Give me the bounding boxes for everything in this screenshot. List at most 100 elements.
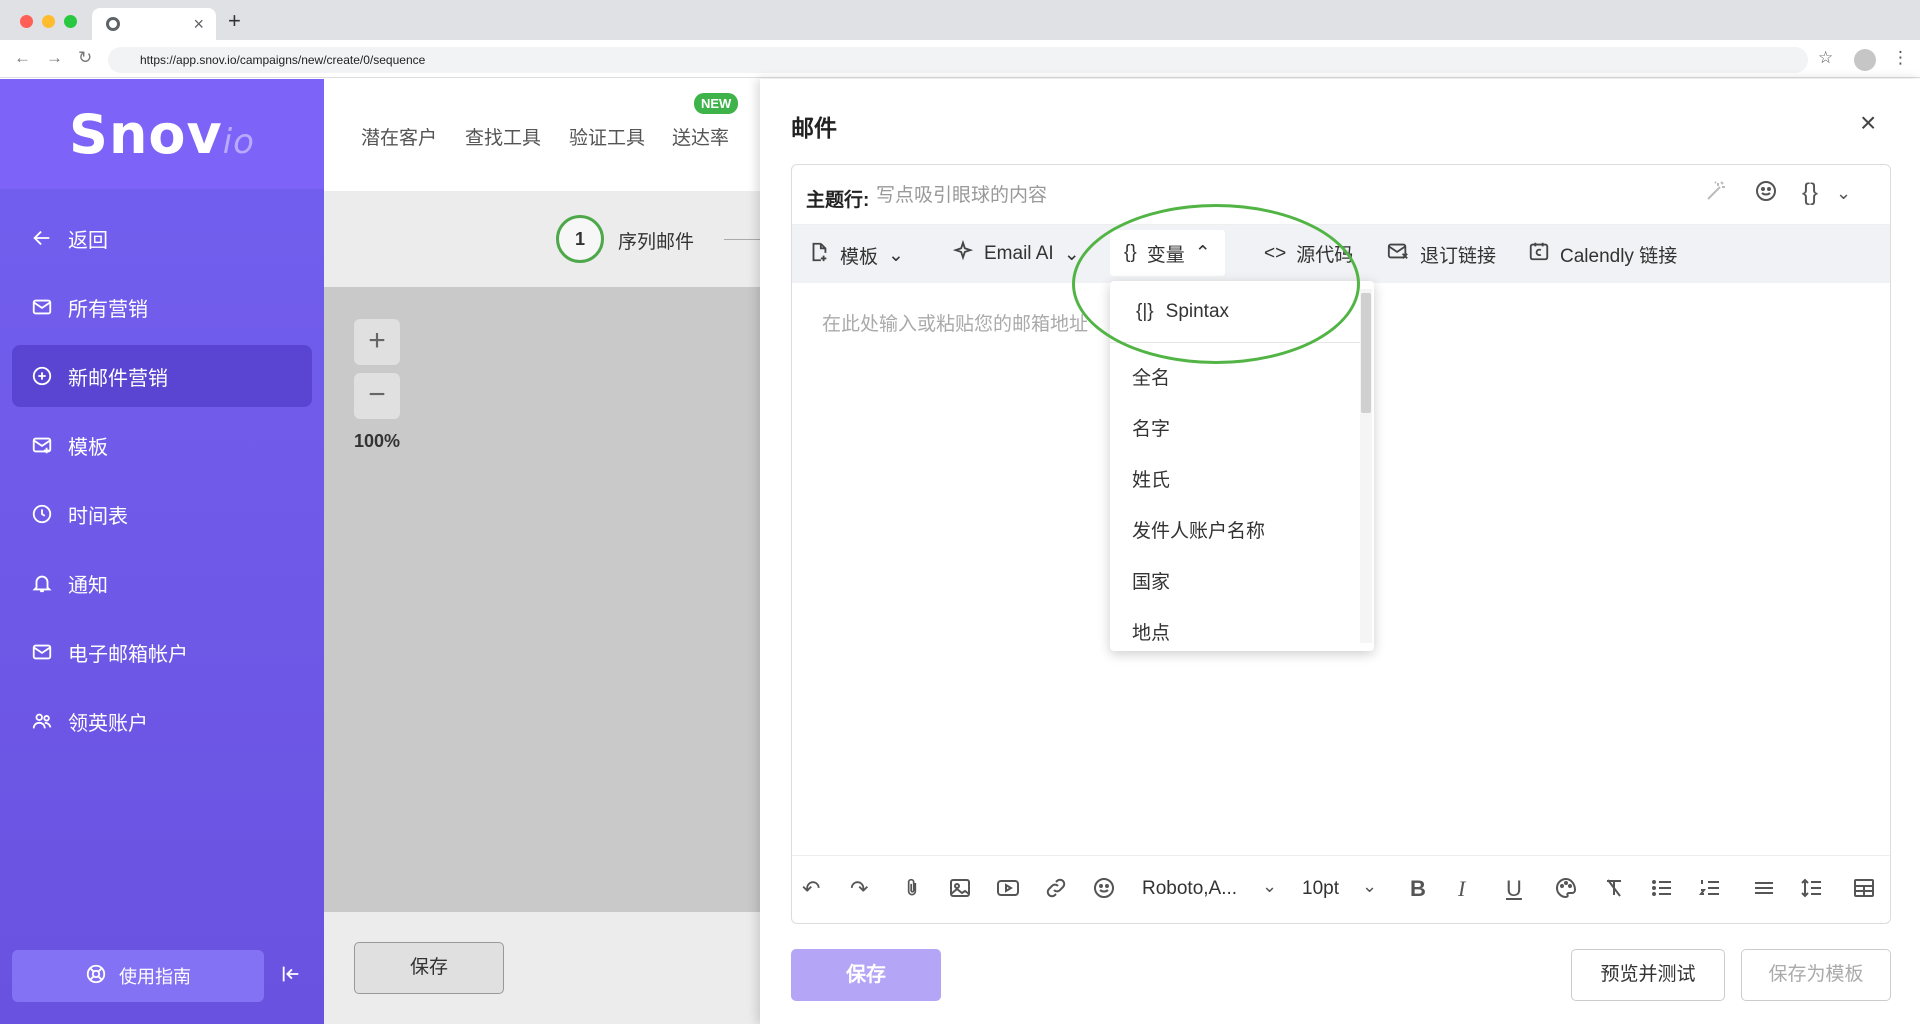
clock-icon bbox=[30, 502, 54, 526]
zoom-in-button[interactable]: + bbox=[354, 319, 400, 365]
panel-title: 邮件 bbox=[791, 115, 837, 141]
bullet-list-icon[interactable] bbox=[1650, 876, 1674, 906]
numbered-list-icon[interactable] bbox=[1698, 876, 1722, 906]
formatting-bar: ↶ ↷ Roboto,A... ⌄ 10pt ⌄ B I U bbox=[792, 855, 1890, 923]
email-ai-button[interactable]: Email AI ⌄ bbox=[952, 239, 1080, 268]
user-guide-button[interactable]: 使用指南 bbox=[12, 950, 264, 1002]
sidebar-item-label: 领英账户 bbox=[68, 712, 148, 735]
sidebar-item-linkedin-accounts[interactable]: 领英账户 bbox=[12, 690, 312, 752]
attachment-icon[interactable] bbox=[902, 876, 922, 906]
video-icon[interactable] bbox=[996, 876, 1020, 906]
sidebar-item-templates[interactable]: 模板 bbox=[12, 414, 312, 476]
template-button[interactable]: 模板 ⌄ bbox=[808, 240, 904, 270]
sidebar-item-label: 时间表 bbox=[68, 505, 128, 528]
step-label[interactable]: 序列邮件 bbox=[618, 227, 694, 254]
variable-option-last-name[interactable]: 姓氏 bbox=[1132, 465, 1170, 492]
preview-test-button[interactable]: 预览并测试 bbox=[1571, 949, 1725, 1001]
underline-icon[interactable]: U bbox=[1506, 876, 1522, 902]
variable-option-country[interactable]: 国家 bbox=[1132, 567, 1170, 594]
emoji-icon[interactable] bbox=[1754, 179, 1778, 210]
user-guide-label: 使用指南 bbox=[119, 967, 191, 987]
nav-prospects[interactable]: 潜在客户 bbox=[361, 123, 437, 150]
bell-icon bbox=[30, 571, 54, 595]
annotation-highlight-circle bbox=[1072, 204, 1360, 364]
palette-icon[interactable] bbox=[1554, 876, 1578, 906]
sidebar-item-schedule[interactable]: 时间表 bbox=[12, 483, 312, 545]
line-height-icon[interactable] bbox=[1800, 876, 1824, 906]
browser-tab[interactable]: × bbox=[92, 8, 216, 40]
magic-wand-icon[interactable] bbox=[1704, 179, 1728, 210]
variable-option-sender-name[interactable]: 发件人账户名称 bbox=[1132, 516, 1265, 543]
variable-braces-icon[interactable]: {} bbox=[1802, 179, 1818, 207]
calendly-link-button[interactable]: Calendly 链接 bbox=[1528, 240, 1677, 268]
logo-suffix: io bbox=[222, 121, 255, 162]
nav-verifier-tools[interactable]: 验证工具 bbox=[569, 123, 645, 150]
close-tab-icon[interactable]: × bbox=[193, 14, 204, 35]
close-icon[interactable]: × bbox=[1860, 107, 1876, 139]
calendly-label: Calendly 链接 bbox=[1560, 245, 1678, 267]
save-as-template-button[interactable]: 保存为模板 bbox=[1741, 949, 1891, 1001]
save-button[interactable]: 保存 bbox=[791, 949, 941, 1001]
logo-area: Snovio bbox=[0, 79, 324, 189]
nav-deliverability[interactable]: 送达率 bbox=[672, 123, 729, 150]
image-icon[interactable] bbox=[948, 876, 972, 906]
bookmark-star-icon[interactable]: ☆ bbox=[1818, 48, 1833, 68]
top-navigation: 潜在客户 查找工具 验证工具 送达率 NEW bbox=[324, 79, 760, 191]
align-icon[interactable] bbox=[1752, 876, 1776, 906]
body-placeholder: 在此处输入或粘贴您的邮箱地址 bbox=[822, 314, 1089, 335]
variable-option-first-name[interactable]: 名字 bbox=[1132, 414, 1170, 441]
sidebar-item-label: 新邮件营销 bbox=[68, 367, 168, 390]
sequence-canvas: 1 序列邮件 + − 100% 保存 bbox=[324, 191, 760, 1024]
emoji-icon[interactable] bbox=[1092, 876, 1116, 906]
bold-icon[interactable]: B bbox=[1410, 876, 1426, 902]
sidebar-item-label: 返回 bbox=[68, 229, 108, 252]
chevron-down-icon[interactable]: ⌄ bbox=[1362, 876, 1377, 897]
redo-icon[interactable]: ↷ bbox=[850, 876, 868, 902]
maximize-window-button[interactable] bbox=[64, 15, 77, 28]
font-size-select[interactable]: 10pt bbox=[1302, 878, 1339, 900]
sidebar-item-notifications[interactable]: 通知 bbox=[12, 552, 312, 614]
window-controls bbox=[20, 15, 77, 28]
subject-input[interactable] bbox=[876, 183, 1696, 209]
clear-format-icon[interactable] bbox=[1602, 876, 1626, 906]
mail-icon bbox=[30, 640, 54, 664]
font-family-select[interactable]: Roboto,A... bbox=[1142, 878, 1237, 900]
snov-logo[interactable]: Snovio bbox=[69, 103, 255, 166]
sidebar-item-back[interactable]: 返回 bbox=[12, 207, 312, 269]
minimize-window-button[interactable] bbox=[42, 15, 55, 28]
unsubscribe-link-button[interactable]: 退订链接 bbox=[1386, 240, 1496, 268]
sidebar-item-label: 通知 bbox=[68, 574, 108, 597]
new-tab-button[interactable]: + bbox=[228, 8, 241, 34]
dropdown-scroll-thumb[interactable] bbox=[1361, 293, 1371, 413]
variable-option-full-name[interactable]: 全名 bbox=[1132, 363, 1170, 390]
zoom-out-button[interactable]: − bbox=[354, 373, 400, 419]
logo-main: Snov bbox=[69, 102, 223, 166]
close-window-button[interactable] bbox=[20, 15, 33, 28]
sidebar-item-all-campaigns[interactable]: 所有营销 bbox=[12, 276, 312, 338]
nav-finder-tools[interactable]: 查找工具 bbox=[465, 123, 541, 150]
forward-icon[interactable]: → bbox=[46, 48, 63, 68]
table-icon[interactable] bbox=[1852, 876, 1876, 906]
sidebar-item-email-accounts[interactable]: 电子邮箱帐户 bbox=[12, 621, 312, 683]
sequence-save-button[interactable]: 保存 bbox=[354, 942, 504, 994]
collapse-left-icon[interactable] bbox=[280, 963, 302, 991]
chevron-down-icon[interactable]: ⌄ bbox=[1836, 183, 1851, 204]
sidebar-item-label: 所有营销 bbox=[68, 298, 148, 321]
variable-option-location[interactable]: 地点 bbox=[1132, 618, 1170, 645]
profile-avatar[interactable] bbox=[1854, 49, 1876, 71]
sidebar: Snovio 返回 所有营销 新邮件营销 模板 时间表 通知 电子邮箱帐户 领英… bbox=[0, 79, 324, 1024]
back-icon[interactable]: ← bbox=[14, 48, 31, 68]
sidebar-item-new-campaign[interactable]: 新邮件营销 bbox=[12, 345, 312, 407]
step-number[interactable]: 1 bbox=[556, 215, 604, 263]
browser-menu-icon[interactable]: ⋮ bbox=[1892, 48, 1909, 68]
address-bar-row: ← → ↻ https://app.snov.io/campaigns/new/… bbox=[0, 40, 1920, 78]
undo-icon[interactable]: ↶ bbox=[802, 876, 820, 902]
chrome-favicon-icon bbox=[106, 17, 120, 31]
reload-icon[interactable]: ↻ bbox=[78, 48, 92, 68]
italic-icon[interactable]: I bbox=[1458, 876, 1465, 902]
chevron-down-icon[interactable]: ⌄ bbox=[1262, 876, 1277, 897]
link-icon[interactable] bbox=[1044, 876, 1068, 906]
url-field[interactable]: https://app.snov.io/campaigns/new/create… bbox=[108, 47, 1808, 73]
users-icon bbox=[30, 709, 54, 733]
browser-tab-bar: × + bbox=[0, 0, 1920, 40]
